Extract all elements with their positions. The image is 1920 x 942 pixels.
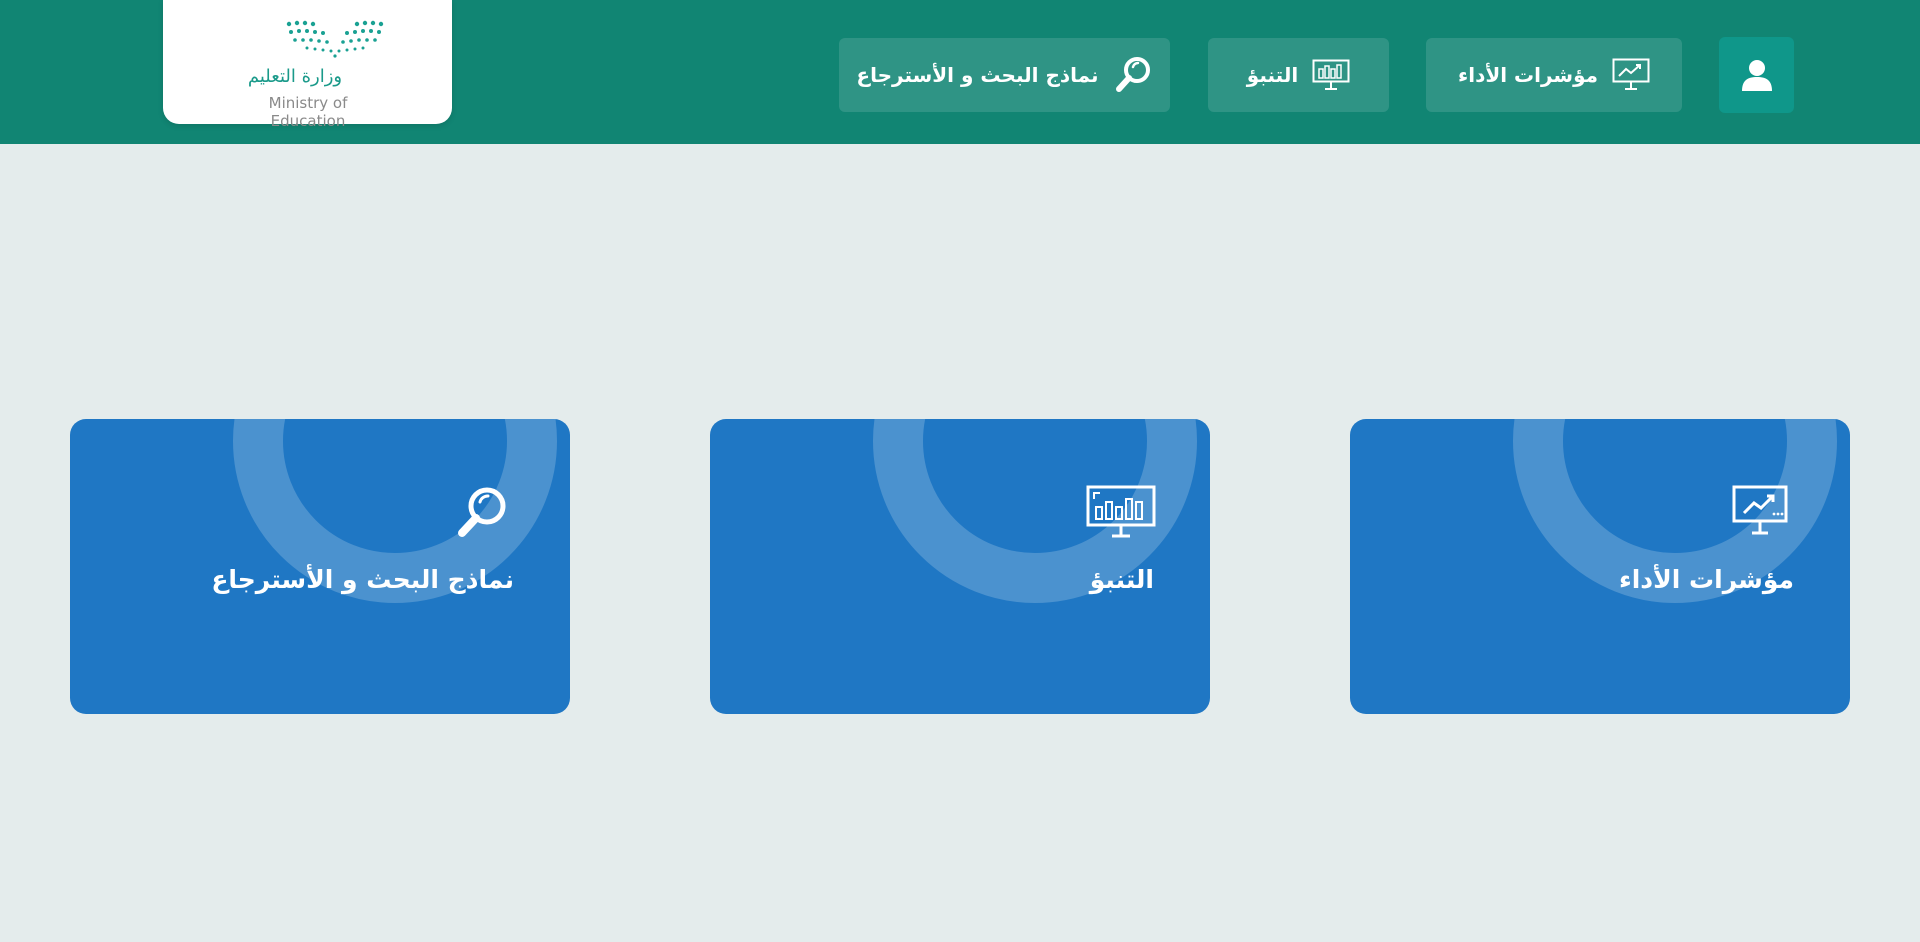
user-icon: [1741, 60, 1772, 91]
monitor-bars-icon: [1086, 485, 1156, 538]
search-icon: [458, 487, 506, 537]
monitor-bars-icon: [1312, 59, 1350, 90]
card-performance-indicators-title: مؤشرات الأداء: [1618, 565, 1794, 594]
nav-prediction-label: التنبؤ: [1246, 63, 1299, 87]
logo-emblem-icon: [286, 20, 384, 58]
nav-search-models-label: نماذج البحث و الأسترجاع: [856, 63, 1099, 87]
card-prediction-title: التنبؤ: [1089, 565, 1154, 594]
search-icon: [1115, 57, 1150, 92]
card-search-models-title: نماذج البحث و الأسترجاع: [211, 565, 514, 594]
monitor-trend-icon: [1732, 485, 1788, 535]
logo-english-text: Ministry of Education: [268, 94, 348, 130]
card-performance-indicators[interactable]: مؤشرات الأداء: [1350, 419, 1850, 714]
profile-button[interactable]: [1719, 37, 1794, 113]
monitor-trend-icon: [1612, 58, 1650, 90]
card-search-models[interactable]: نماذج البحث و الأسترجاع: [70, 419, 570, 714]
nav-performance-indicators-label: مؤشرات الأداء: [1457, 63, 1599, 87]
top-navbar: وزارة التعليم Ministry of Education نماذ…: [0, 0, 1920, 144]
nav-prediction-button[interactable]: التنبؤ: [1208, 38, 1389, 112]
nav-performance-indicators-button[interactable]: مؤشرات الأداء: [1426, 38, 1682, 112]
ministry-logo[interactable]: وزارة التعليم Ministry of Education: [163, 0, 452, 130]
logo-arabic-text: وزارة التعليم: [247, 66, 343, 87]
nav-search-models-button[interactable]: نماذج البحث و الأسترجاع: [839, 38, 1170, 112]
card-prediction[interactable]: التنبؤ: [710, 419, 1210, 714]
